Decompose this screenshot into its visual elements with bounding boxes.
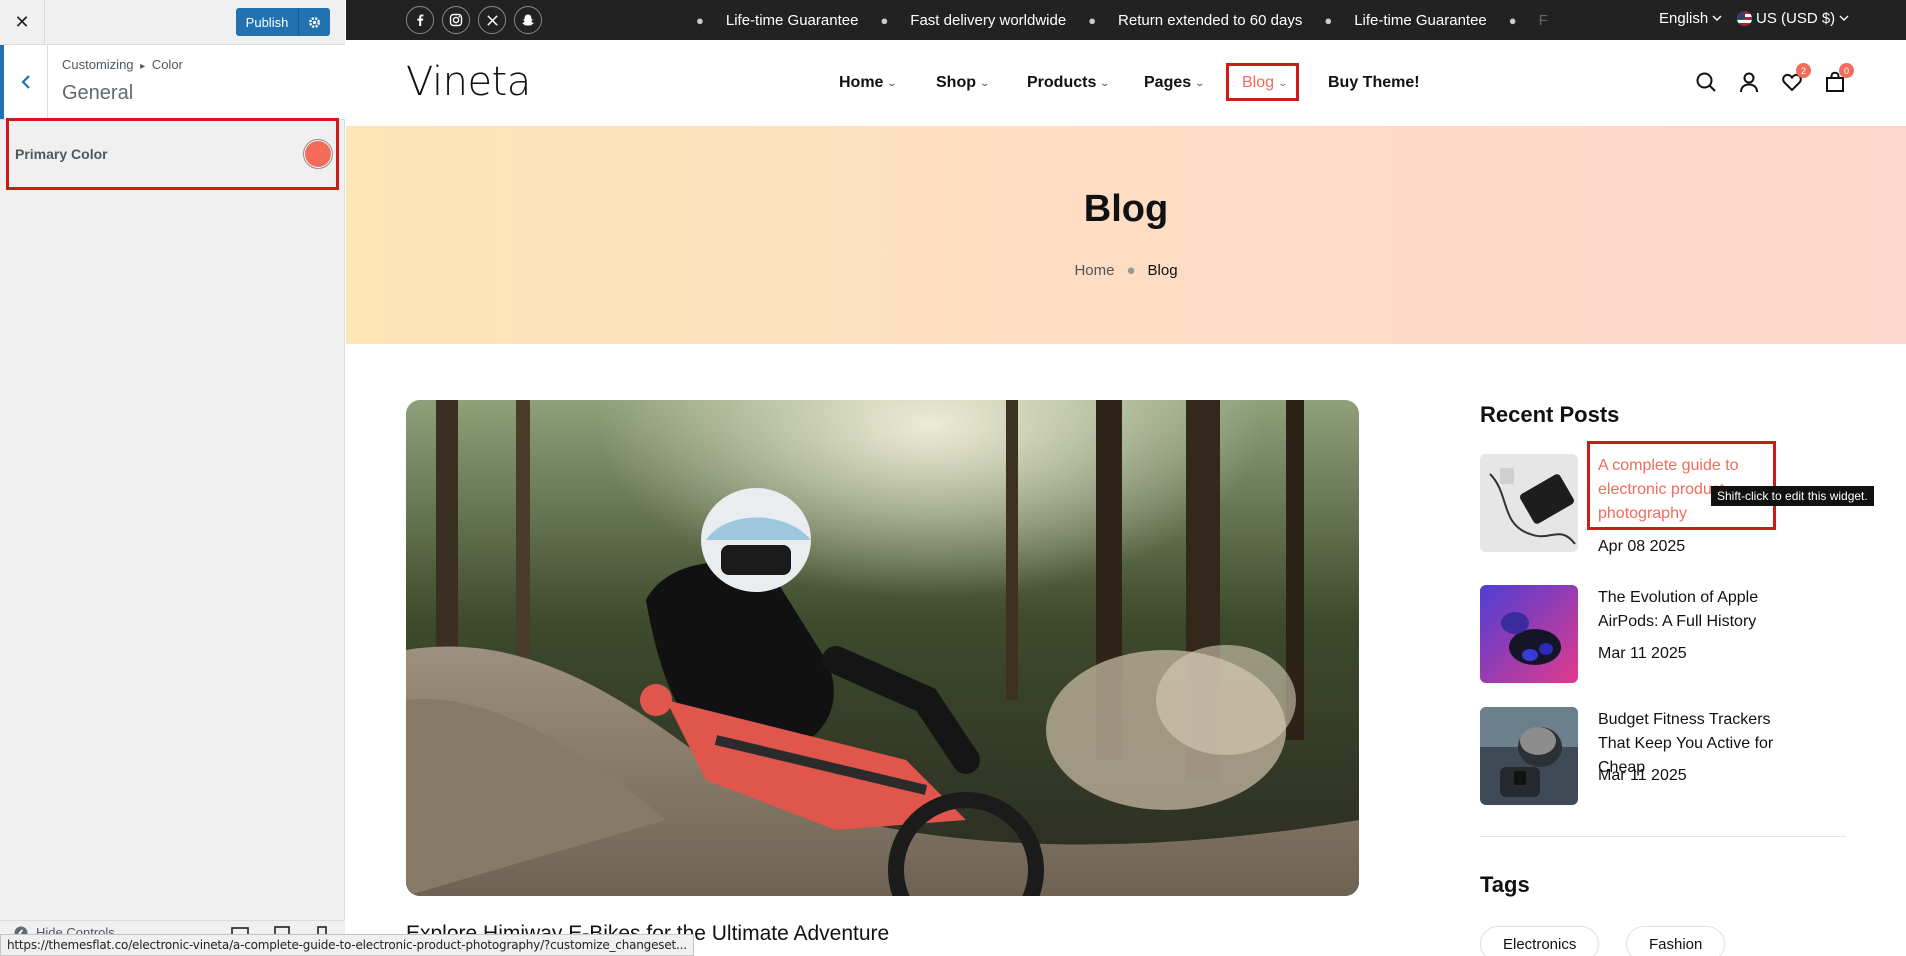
chevron-down-icon bbox=[1712, 15, 1722, 21]
nav-label: Products bbox=[1027, 74, 1097, 91]
wishlist-count-badge: 2 bbox=[1796, 63, 1811, 78]
nav-label: Pages bbox=[1144, 74, 1192, 91]
chevron-down-icon: ⌄ bbox=[1194, 77, 1206, 88]
us-flag-icon bbox=[1737, 11, 1752, 26]
marquee-item: Life-time Guarantee bbox=[725, 11, 859, 29]
marquee-item: Return extended to 60 days bbox=[1118, 11, 1303, 29]
chevron-down-icon: ⌄ bbox=[886, 77, 898, 88]
marquee-item: Fast delivery worldwide bbox=[910, 11, 1067, 29]
search-icon bbox=[1696, 72, 1716, 92]
search-button[interactable] bbox=[1695, 71, 1717, 93]
instagram-icon bbox=[449, 13, 463, 27]
x-link[interactable] bbox=[478, 6, 506, 34]
customizer-header: ✕ Publish bbox=[0, 0, 345, 45]
marquee-separator: ● bbox=[880, 12, 889, 28]
nav-label: Shop bbox=[936, 74, 976, 91]
recent-posts-heading: Recent Posts bbox=[1480, 402, 1620, 427]
snapchat-link[interactable] bbox=[514, 6, 542, 34]
phone-charger-photo bbox=[1480, 454, 1578, 552]
breadcrumb-separator: ● bbox=[1126, 262, 1136, 279]
breadcrumb-current: Blog bbox=[1147, 262, 1178, 279]
language-selector[interactable]: English bbox=[1659, 10, 1722, 27]
currency-label: US (USD $) bbox=[1756, 10, 1836, 27]
nav-shop[interactable]: Shop ⌄ bbox=[936, 74, 991, 92]
recent-post-date: Mar 11 2025 bbox=[1598, 645, 1687, 662]
airpods-photo bbox=[1480, 585, 1578, 683]
recent-post-date: Mar 11 2025 bbox=[1598, 767, 1687, 784]
page-hero: Blog Home ● Blog bbox=[346, 126, 1906, 344]
chevron-down-icon: ⌄ bbox=[1099, 77, 1111, 88]
breadcrumb-parent: Customizing bbox=[62, 57, 134, 72]
site-preview: ● Life-time Guarantee ● Fast delivery wo… bbox=[346, 0, 1906, 956]
customizer-breadcrumb: Customizing ▸ Color bbox=[62, 57, 183, 72]
recent-post-title-link[interactable]: The Evolution of Apple AirPods: A Full H… bbox=[1598, 586, 1788, 634]
marquee-separator: ● bbox=[1088, 12, 1097, 28]
back-button[interactable] bbox=[0, 45, 48, 119]
nav-products[interactable]: Products ⌄ bbox=[1027, 74, 1111, 92]
tags-heading: Tags bbox=[1480, 872, 1530, 897]
marquee-separator: ● bbox=[1508, 12, 1517, 28]
nav-buy-theme[interactable]: Buy Theme! bbox=[1328, 74, 1420, 92]
breadcrumb: Home ● Blog bbox=[346, 262, 1906, 279]
breadcrumb-home-link[interactable]: Home bbox=[1074, 262, 1114, 279]
site-logo[interactable]: Vineta bbox=[406, 59, 531, 105]
tag-fashion[interactable]: Fashion bbox=[1626, 926, 1726, 956]
account-button[interactable] bbox=[1738, 71, 1760, 93]
chevron-down-icon: ⌄ bbox=[979, 77, 991, 88]
chevron-left-icon bbox=[20, 75, 30, 89]
status-bar-url: https://themesflat.co/electronic-vineta/… bbox=[0, 934, 694, 956]
instagram-link[interactable] bbox=[442, 6, 470, 34]
user-icon bbox=[1740, 72, 1758, 93]
breadcrumb-current: Color bbox=[151, 57, 183, 72]
customizer-section-header: Customizing ▸ Color General bbox=[0, 45, 345, 120]
breadcrumb-separator: ▸ bbox=[140, 61, 146, 72]
announcement-marquee: ● Life-time Guarantee ● Fast delivery wo… bbox=[696, 0, 1706, 40]
marquee-separator: ● bbox=[696, 12, 704, 28]
primary-color-label: Primary Color bbox=[15, 146, 108, 162]
marquee-item: Life-time Guarantee bbox=[1354, 11, 1487, 29]
wishlist-button[interactable]: 2 bbox=[1781, 63, 1811, 93]
currency-selector[interactable]: US (USD $) bbox=[1737, 10, 1849, 27]
cart-count-badge: 0 bbox=[1839, 63, 1854, 78]
primary-color-swatch[interactable] bbox=[303, 139, 333, 169]
gear-icon bbox=[309, 16, 320, 28]
close-customizer-button[interactable]: ✕ bbox=[0, 0, 45, 44]
marquee-item: F bbox=[1538, 11, 1548, 29]
facebook-link[interactable] bbox=[406, 6, 434, 34]
mountain-bike-photo bbox=[406, 400, 1359, 896]
publish-settings-button[interactable] bbox=[298, 8, 330, 36]
chevron-down-icon bbox=[1839, 15, 1849, 21]
nav-home[interactable]: Home ⌄ bbox=[839, 74, 898, 92]
recent-post-thumbnail[interactable] bbox=[1480, 454, 1578, 552]
site-header: Vineta Home ⌄ Shop ⌄ Products ⌄ Pages ⌄ Blog… bbox=[346, 40, 1906, 126]
recent-post-date: Apr 08 2025 bbox=[1598, 538, 1686, 555]
edit-widget-tooltip: Shift-click to edit this widget. bbox=[1711, 486, 1874, 506]
recent-post-thumbnail[interactable] bbox=[1480, 585, 1578, 683]
x-icon bbox=[486, 14, 498, 26]
publish-button[interactable]: Publish bbox=[236, 8, 298, 36]
widget-divider bbox=[1480, 836, 1846, 837]
nav-label: Buy Theme! bbox=[1328, 74, 1420, 91]
nav-pages[interactable]: Pages ⌄ bbox=[1144, 74, 1206, 92]
recent-post-thumbnail[interactable] bbox=[1480, 707, 1578, 805]
announcement-bar: ● Life-time Guarantee ● Fast delivery wo… bbox=[346, 0, 1906, 40]
nav-label: Home bbox=[839, 74, 884, 91]
primary-color-control: Primary Color bbox=[6, 118, 339, 190]
marquee-separator: ● bbox=[1324, 12, 1333, 28]
edit-highlight-box bbox=[1226, 63, 1299, 101]
snapchat-icon bbox=[522, 14, 534, 26]
customizer-sidebar: ✕ Publish Customizing ▸ Color General Pr… bbox=[0, 0, 345, 956]
fitness-tracker-photo bbox=[1480, 707, 1578, 805]
section-title: General bbox=[62, 82, 134, 104]
cart-button[interactable]: 0 bbox=[1824, 63, 1854, 93]
page-title: Blog bbox=[1083, 188, 1169, 230]
post-featured-image[interactable] bbox=[406, 400, 1359, 896]
tag-electronics[interactable]: Electronics bbox=[1480, 926, 1600, 956]
facebook-icon bbox=[417, 14, 424, 26]
language-label: English bbox=[1659, 10, 1709, 27]
